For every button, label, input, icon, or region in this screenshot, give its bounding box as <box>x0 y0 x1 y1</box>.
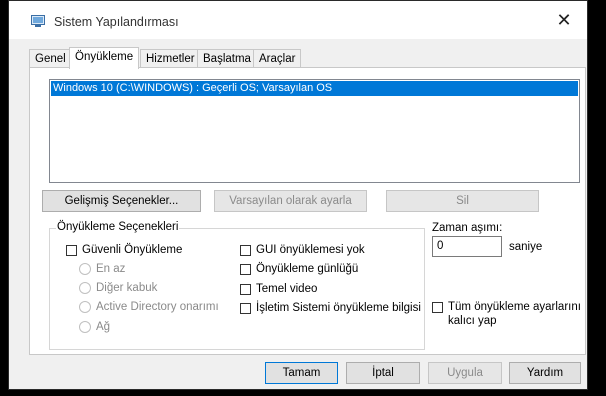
no-gui-checkbox[interactable] <box>240 244 251 256</box>
os-list[interactable]: Windows 10 (C:\WINDOWS) : Geçerli OS; Va… <box>49 79 580 183</box>
safe-boot-label: Güvenli Önyükleme <box>82 244 183 256</box>
boot-log-label: Önyükleme günlüğü <box>256 263 359 275</box>
timeout-input[interactable]: 0 <box>432 236 502 257</box>
network-label: Ağ <box>96 321 111 333</box>
os-boot-info-label: İşletim Sistemi önyükleme bilgisi <box>256 302 421 314</box>
close-icon[interactable]: ✕ <box>541 1 587 39</box>
base-video-label: Temel video <box>256 283 318 295</box>
os-boot-info-checkbox[interactable] <box>240 302 251 314</box>
set-default-button[interactable]: Varsayılan olarak ayarla <box>214 190 367 212</box>
base-video-option[interactable]: Temel video <box>240 283 317 295</box>
advanced-options-button[interactable]: Gelişmiş Seçenekler... <box>42 190 201 212</box>
apply-button[interactable]: Uygula <box>428 362 502 384</box>
timeout-unit: saniye <box>509 241 543 253</box>
os-boot-info-option[interactable]: İşletim Sistemi önyükleme bilgisi <box>240 302 421 314</box>
no-gui-label: GUI önyüklemesi yok <box>256 244 365 256</box>
minimal-radio[interactable] <box>79 263 91 275</box>
ok-button[interactable]: Tamam <box>265 362 338 384</box>
safe-boot-option[interactable]: Güvenli Önyükleme <box>66 244 182 256</box>
alternate-shell-label: Diğer kabuk <box>96 282 158 294</box>
boot-options-title: Önyükleme Seçenekleri <box>56 221 180 233</box>
base-video-checkbox[interactable] <box>240 283 251 295</box>
make-permanent-label-line2: kalıcı yap <box>448 315 497 327</box>
tab-general[interactable]: Genel <box>29 49 72 67</box>
boot-log-option[interactable]: Önyükleme günlüğü <box>240 263 358 275</box>
network-radio[interactable] <box>79 321 91 333</box>
active-directory-radio[interactable] <box>79 301 91 313</box>
active-directory-label: Active Directory onarımı <box>96 301 219 313</box>
os-list-item[interactable]: Windows 10 (C:\WINDOWS) : Geçerli OS; Va… <box>51 81 578 96</box>
boot-options-group: Önyükleme Seçenekleri Güvenli Önyükleme … <box>49 221 425 350</box>
safe-boot-checkbox[interactable] <box>66 244 77 256</box>
minimal-label: En az <box>96 263 126 275</box>
tab-services[interactable]: Hizmetler <box>140 49 201 67</box>
no-gui-option[interactable]: GUI önyüklemesi yok <box>240 244 365 256</box>
make-permanent-checkbox[interactable] <box>432 302 443 313</box>
system-configuration-window: Sistem Yapılandırması ✕ Genel Önyükleme … <box>8 0 588 390</box>
cancel-button[interactable]: İptal <box>346 362 420 384</box>
make-permanent-label-line1: Tüm önyükleme ayarlarını <box>448 301 581 313</box>
tab-tools[interactable]: Araçlar <box>253 49 302 67</box>
make-permanent-label: Tüm önyükleme ayarlarını kalıcı yap <box>448 300 581 328</box>
boot-log-checkbox[interactable] <box>240 263 251 275</box>
alternate-shell-radio[interactable] <box>79 282 91 294</box>
delete-button[interactable]: Sil <box>386 190 539 212</box>
boot-tab-panel: Windows 10 (C:\WINDOWS) : Geçerli OS; Va… <box>29 67 586 355</box>
alternate-shell-option[interactable]: Diğer kabuk <box>79 282 157 294</box>
make-permanent-option[interactable]: Tüm önyükleme ayarlarını kalıcı yap <box>432 300 581 328</box>
title-bar: Sistem Yapılandırması ✕ <box>9 1 587 39</box>
help-button[interactable]: Yardım <box>509 362 581 384</box>
network-option[interactable]: Ağ <box>79 321 110 333</box>
minimal-option[interactable]: En az <box>79 263 125 275</box>
tab-boot[interactable]: Önyükleme <box>69 47 140 69</box>
timeout-label: Zaman aşımı: <box>432 222 503 234</box>
active-directory-option[interactable]: Active Directory onarımı <box>79 301 219 313</box>
window-title: Sistem Yapılandırması <box>54 15 179 29</box>
tab-startup[interactable]: Başlatma <box>197 49 257 67</box>
system-config-icon <box>31 15 45 27</box>
